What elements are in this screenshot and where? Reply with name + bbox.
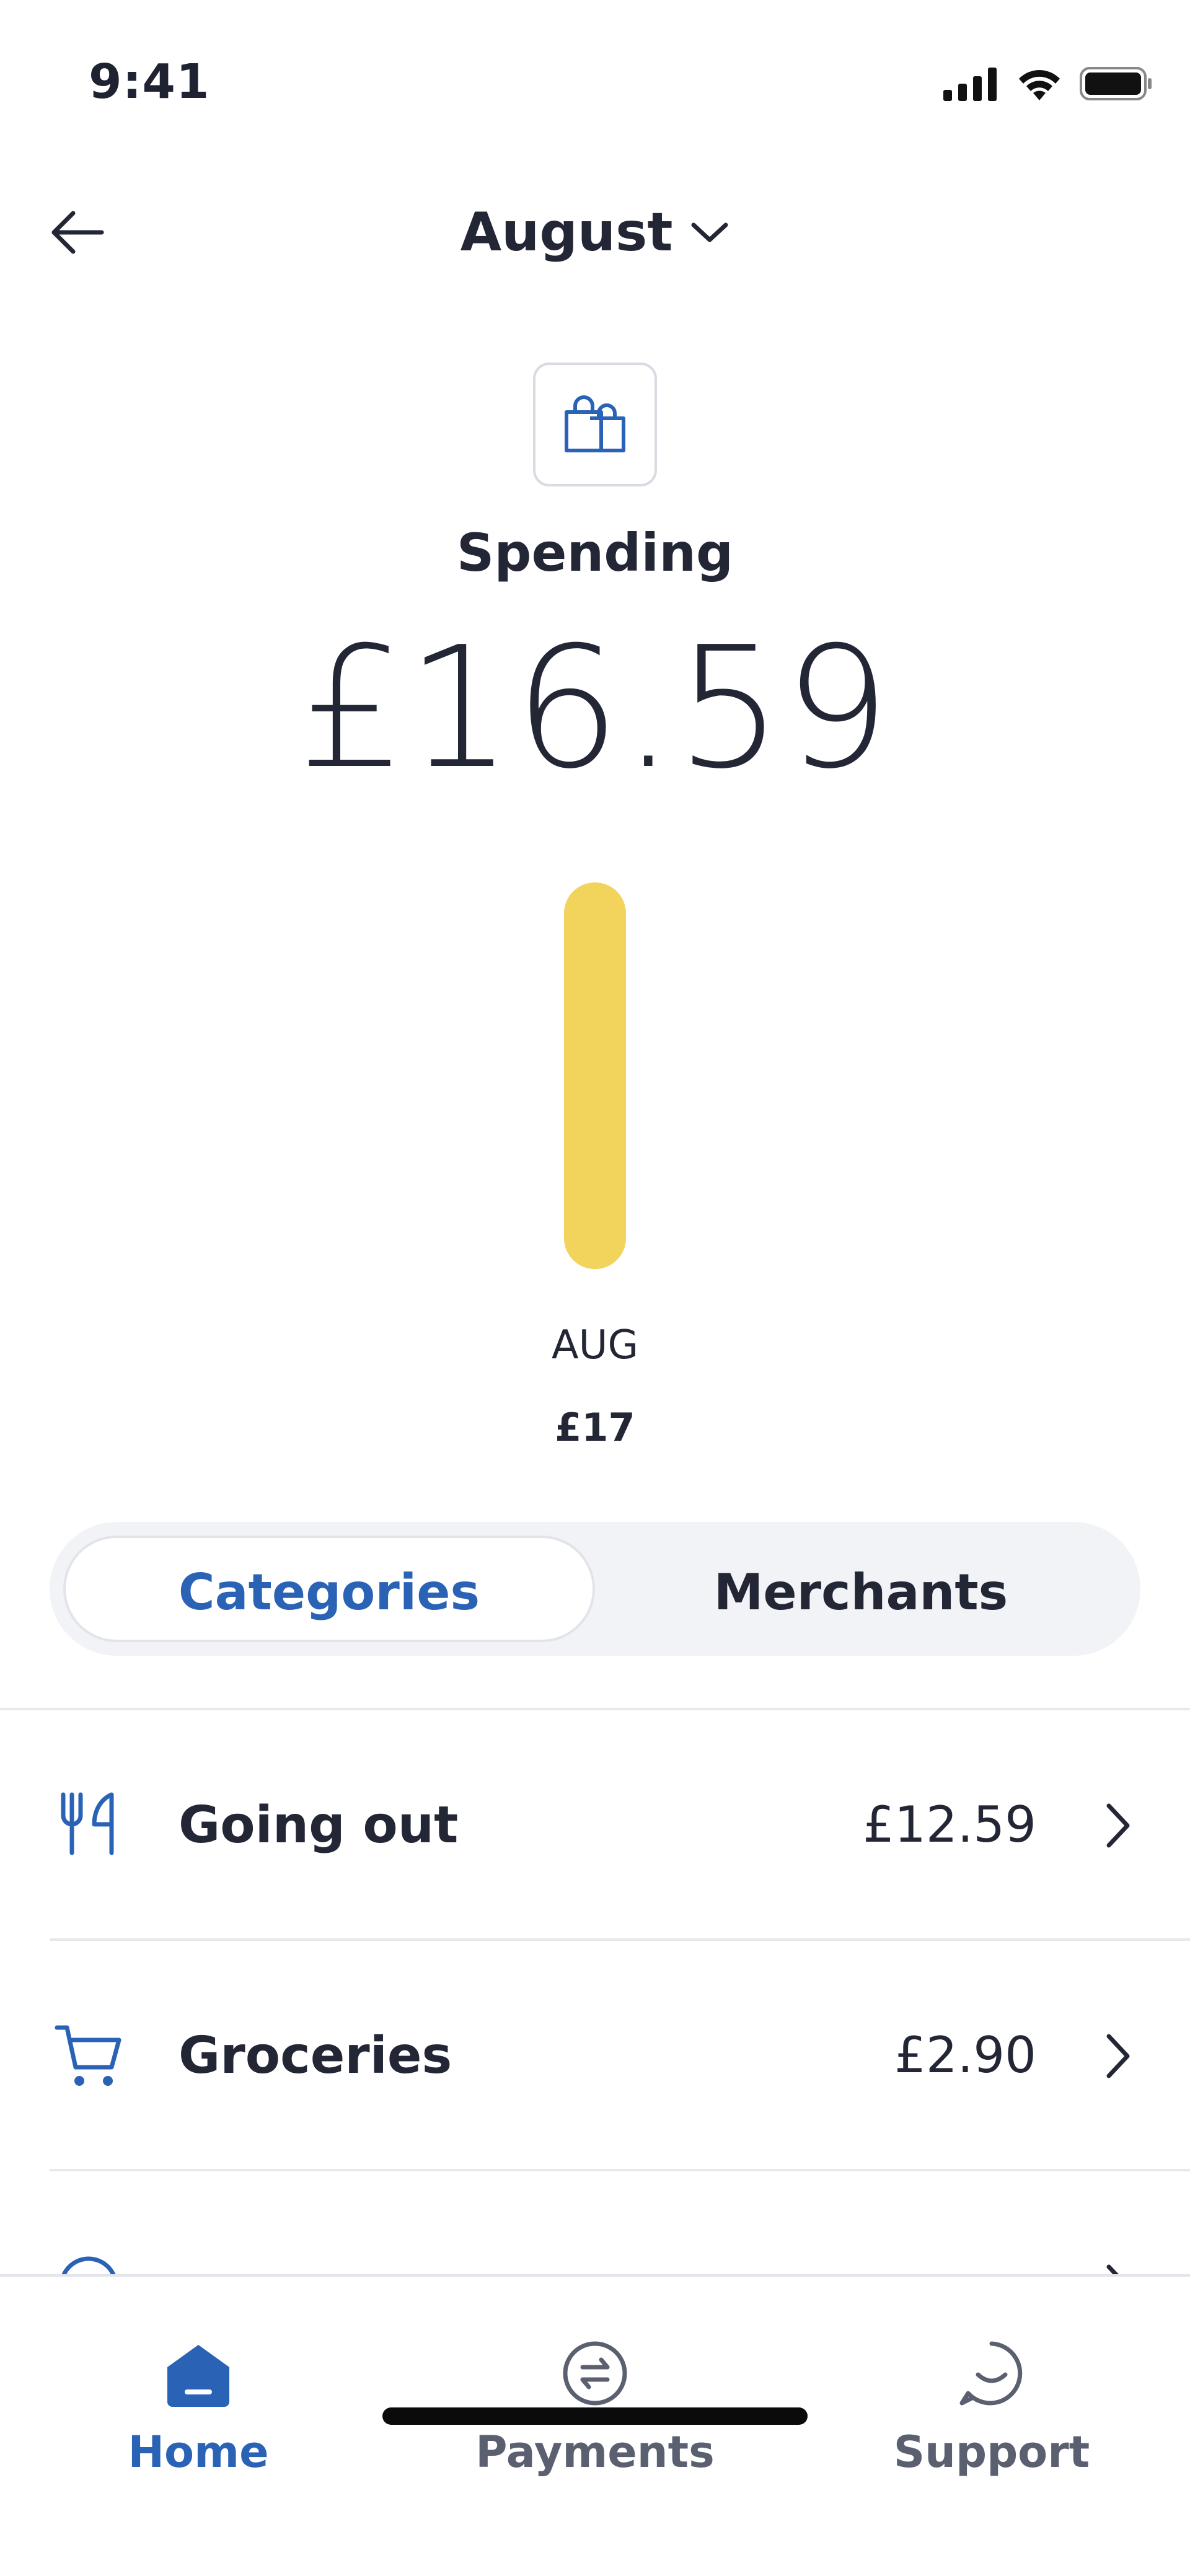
home-indicator [382,2407,808,2425]
cart-icon [55,2025,121,2086]
tab-support[interactable]: Support [837,2277,1147,2500]
segment-merchants[interactable]: Merchants [595,1563,1127,1621]
category-row-groceries[interactable]: Groceries £2.90 [0,1941,1190,2171]
tab-payments[interactable]: Payments [440,2277,750,2500]
summary-title: Spending [456,522,734,583]
category-row-going-out[interactable]: Going out £12.59 [0,1710,1190,1941]
category-amount: £2.90 [894,2026,1036,2084]
payments-icon [563,2341,627,2406]
support-icon [959,2341,1023,2406]
category-label: Groceries [178,2026,452,2085]
category-row-partial[interactable] [0,2171,1190,2274]
category-amount: £12.59 [863,1796,1036,1853]
segment-categories[interactable]: Categories [63,1563,595,1621]
category-label: Going out [178,1796,459,1855]
status-icons [943,65,1154,102]
chart-bar [564,882,626,1269]
shopping-bags-icon [565,395,625,452]
chevron-right-icon [1106,2264,1119,2274]
tab-label: Payments [475,2427,715,2477]
month-selector[interactable]: August [0,201,1190,263]
home-icon [167,2345,229,2407]
chart-category-label: AUG [552,1322,638,1368]
wifi-icon [1019,70,1060,100]
month-label: August [460,201,673,263]
tab-label: Home [128,2427,269,2477]
chevron-right-icon [1106,2034,1130,2078]
tab-bar: Home Payments Support [0,2274,1190,2576]
chevron-right-icon [1106,1803,1130,1848]
cellular-signal-icon [943,68,997,101]
tab-home[interactable]: Home [43,2277,353,2500]
category-icon-tile [533,363,657,486]
chevron-down-icon [691,222,728,242]
summary-amount: £16.59 [298,610,892,806]
tab-label: Support [893,2427,1090,2477]
cutlery-icon [61,1792,114,1855]
chart-value-label: £17 [555,1405,635,1450]
spending-chart: AUG £17 [552,882,638,1450]
category-icon-partial [61,2256,116,2274]
status-time: 9:41 [89,55,210,110]
battery-icon [1080,67,1152,100]
